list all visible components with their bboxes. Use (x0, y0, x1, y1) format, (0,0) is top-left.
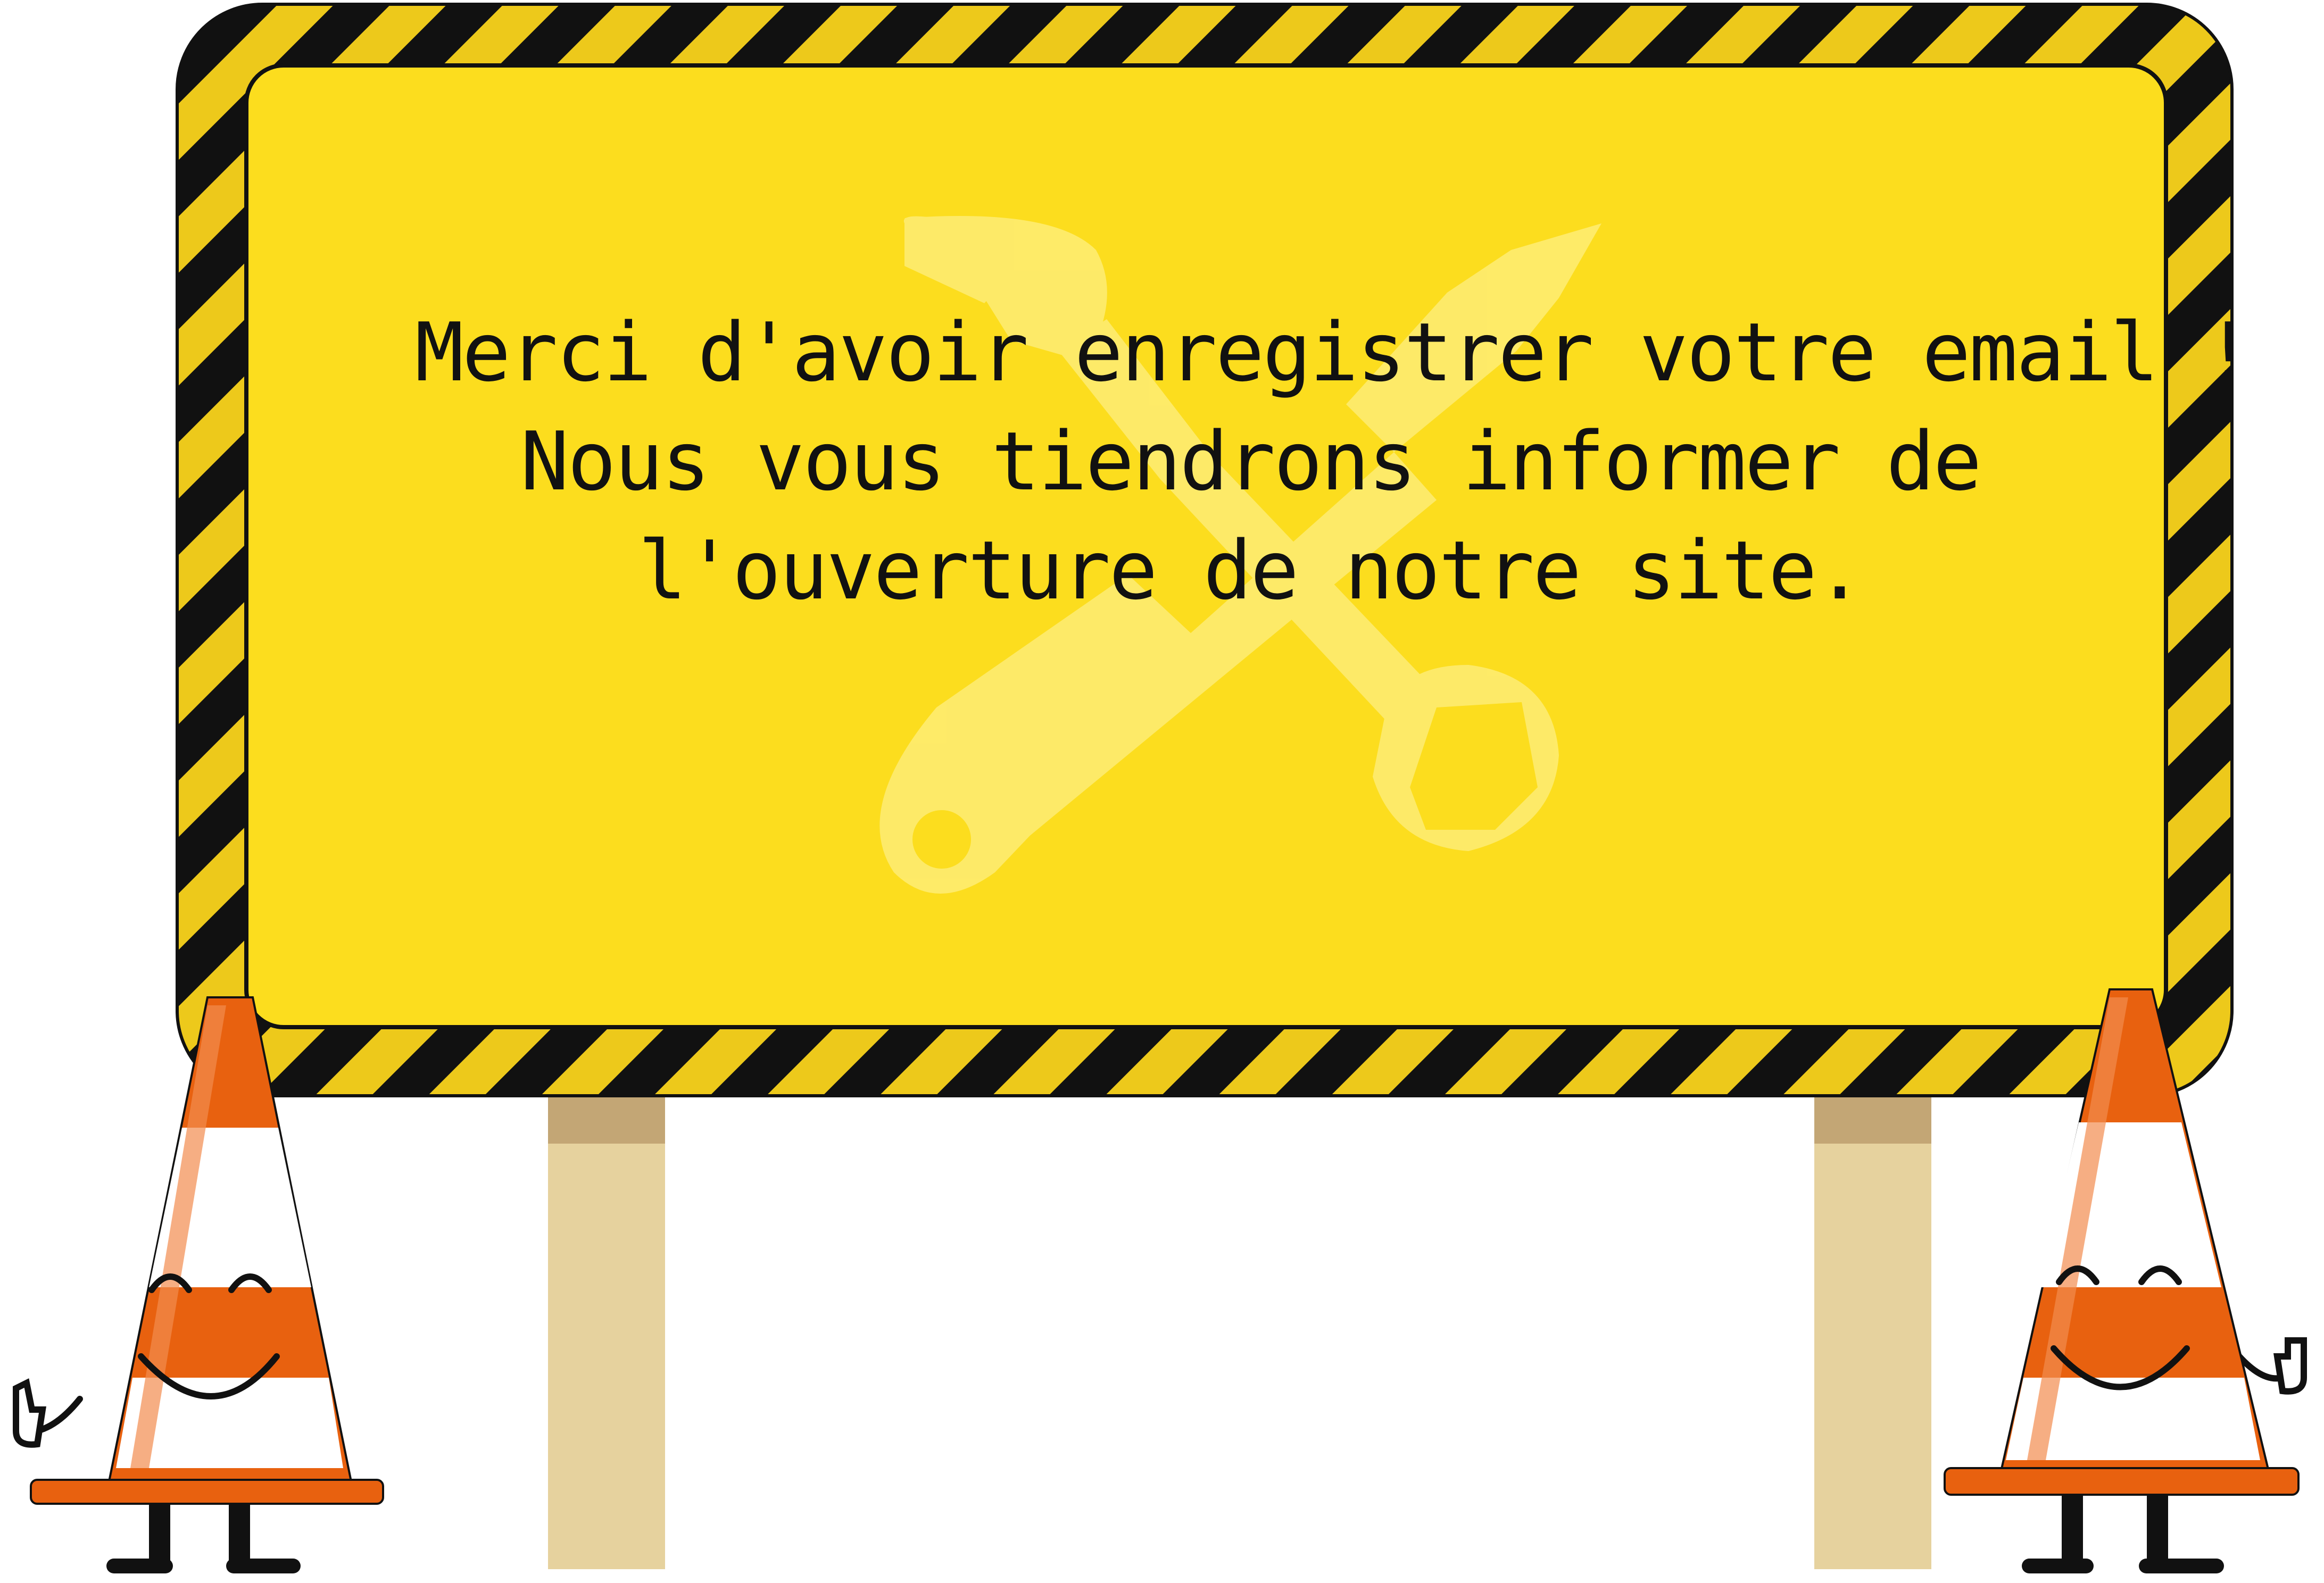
under-construction-illustration (13, 3, 2307, 1573)
message-line-2: Nous vous tiendrons informer de (520, 414, 1982, 509)
left-cone-legs (106, 1500, 301, 1573)
left-sign-post (548, 1085, 665, 1569)
sign-message: Merci d'avoir enregistrer votre email ! … (415, 298, 2253, 628)
right-cone-legs (2022, 1489, 2224, 1573)
left-cone-arm (13, 1378, 83, 1448)
message-line-3: l'ouverture de notre site. (638, 523, 1864, 618)
message-line-1: Merci d'avoir enregistrer votre email ! (415, 305, 2253, 399)
right-sign-post (1814, 1085, 1931, 1569)
